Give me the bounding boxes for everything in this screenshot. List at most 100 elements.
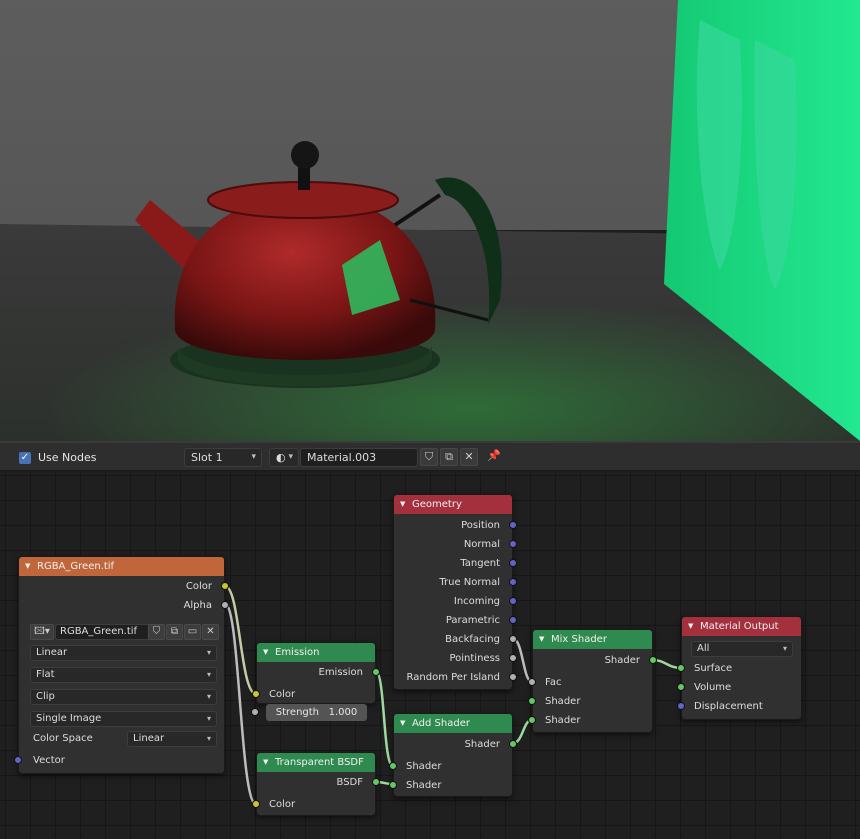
add-shader-node[interactable]: ▼ Add Shader Shader Shader Shader	[389, 713, 517, 797]
interpolation-dropdown[interactable]: Linear ▾	[30, 645, 217, 661]
mix-shader-node[interactable]: ▼ Mix Shader Shader Fac Shader Shader	[528, 629, 657, 733]
material-name-field[interactable]: Material.003	[300, 448, 418, 467]
add-shader-node-header[interactable]: ▼ Add Shader	[394, 714, 512, 733]
collapse-triangle-icon[interactable]: ▼	[539, 630, 544, 649]
projection-value: Flat	[36, 669, 55, 680]
image-texture-node[interactable]: ▼ RGBA_Green.tif Color Alpha 🖾▾ RGBA_Gre…	[14, 556, 229, 774]
transparent-bsdf-node[interactable]: ▼ Transparent BSDF BSDF Color	[252, 752, 380, 816]
unlink-close-icon[interactable]: ✕	[460, 448, 478, 466]
material-output-node[interactable]: ▼ Material Output All ▾ Surface Volume D…	[677, 616, 802, 720]
chevron-down-icon: ▾	[206, 692, 211, 701]
output-shader-socket[interactable]	[509, 740, 517, 748]
input-shader-1-socket[interactable]	[528, 697, 536, 705]
duplicate-material-icon[interactable]: ⧉	[440, 448, 458, 466]
input-surface-label: Surface	[694, 663, 733, 674]
node-editor-header: ✓ Use Nodes Slot 1 ▾ ◐ ▾ Material.003 ⛉ …	[0, 441, 860, 471]
output-parametric-socket[interactable]	[509, 616, 517, 624]
collapse-triangle-icon[interactable]: ▼	[400, 714, 405, 733]
input-surface-socket[interactable]	[677, 664, 685, 672]
input-shader-1-label: Shader	[545, 696, 581, 707]
fake-user-shield-icon[interactable]: ⛉	[148, 624, 165, 640]
input-shader-2-socket[interactable]	[389, 781, 397, 789]
slot-dropdown[interactable]: Slot 1 ▾	[184, 448, 262, 467]
node-title: Emission	[275, 647, 320, 658]
chevron-down-icon: ▾	[206, 714, 211, 723]
output-position-socket[interactable]	[509, 521, 517, 529]
node-title: Material Output	[700, 621, 779, 632]
node-title: RGBA_Green.tif	[37, 561, 115, 572]
strength-field[interactable]: Strength 1.000	[266, 704, 367, 721]
output-random-per-island-socket[interactable]	[509, 673, 517, 681]
interpolation-value: Linear	[36, 647, 68, 658]
collapse-triangle-icon[interactable]: ▼	[263, 753, 268, 772]
output-bsdf-label: BSDF	[336, 777, 363, 788]
duplicate-image-icon[interactable]: ⧉	[166, 624, 183, 640]
node-editor-canvas[interactable]: ▼ RGBA_Green.tif Color Alpha 🖾▾ RGBA_Gre…	[0, 472, 860, 839]
collapse-triangle-icon[interactable]: ▼	[25, 557, 30, 576]
output-true-normal-socket[interactable]	[509, 578, 517, 586]
3d-viewport[interactable]	[0, 0, 860, 441]
fake-user-shield-icon[interactable]: ⛉	[420, 448, 438, 466]
output-true-normal-label: True Normal	[439, 577, 500, 588]
image-browse-icon[interactable]: 🖾▾	[30, 624, 54, 640]
input-shader-1-socket[interactable]	[389, 762, 397, 770]
input-fac-socket[interactable]	[528, 678, 536, 686]
output-shader-socket[interactable]	[649, 656, 657, 664]
target-dropdown[interactable]: All ▾	[691, 641, 793, 657]
source-value: Single Image	[36, 713, 102, 724]
transparent-bsdf-node-header[interactable]: ▼ Transparent BSDF	[257, 753, 375, 772]
material-browse-button[interactable]: ◐ ▾	[269, 448, 299, 467]
emission-node[interactable]: ▼ Emission Emission Color	[252, 642, 380, 704]
color-space-label: Color Space	[33, 733, 93, 744]
output-color-socket[interactable]	[221, 582, 229, 590]
node-title: Geometry	[412, 499, 462, 510]
input-vector-socket[interactable]	[14, 756, 22, 764]
geometry-node-header[interactable]: ▼ Geometry	[394, 495, 512, 514]
unlink-close-icon[interactable]: ✕	[202, 624, 219, 640]
input-strength-socket[interactable]	[251, 708, 259, 716]
output-bsdf-socket[interactable]	[372, 778, 380, 786]
strength-value: 1.000	[328, 707, 358, 718]
image-texture-node-header[interactable]: ▼ RGBA_Green.tif	[19, 557, 224, 576]
open-folder-icon[interactable]: ▭	[184, 624, 201, 640]
geometry-node[interactable]: ▼ Geometry Position Normal Tangent True …	[393, 494, 517, 690]
node-title: Mix Shader	[551, 634, 607, 645]
input-color-socket[interactable]	[252, 800, 260, 808]
input-color-socket[interactable]	[252, 690, 260, 698]
output-color-label: Color	[185, 581, 212, 592]
input-shader-2-socket[interactable]	[528, 716, 536, 724]
output-backfacing-socket[interactable]	[509, 635, 517, 643]
input-shader-2-label: Shader	[406, 780, 442, 791]
slot-value: Slot 1	[191, 451, 223, 464]
input-displacement-socket[interactable]	[677, 702, 685, 710]
projection-dropdown[interactable]: Flat ▾	[30, 667, 217, 683]
output-normal-socket[interactable]	[509, 540, 517, 548]
pin-icon[interactable]: 📌	[485, 448, 503, 466]
collapse-triangle-icon[interactable]: ▼	[400, 495, 405, 514]
color-space-dropdown[interactable]: Linear ▾	[127, 731, 217, 747]
target-value: All	[697, 643, 710, 654]
output-emission-socket[interactable]	[372, 668, 380, 676]
output-normal-label: Normal	[463, 539, 500, 550]
input-shader-1-label: Shader	[406, 761, 442, 772]
collapse-triangle-icon[interactable]: ▼	[688, 617, 693, 636]
chevron-down-icon: ▾	[206, 648, 211, 657]
chevron-down-icon: ▾	[288, 452, 293, 462]
output-incoming-socket[interactable]	[509, 597, 517, 605]
use-nodes-checkbox[interactable]: ✓	[19, 452, 31, 464]
color-space-value: Linear	[133, 733, 165, 744]
input-volume-socket[interactable]	[677, 683, 685, 691]
mix-shader-node-header[interactable]: ▼ Mix Shader	[533, 630, 652, 649]
material-output-node-header[interactable]: ▼ Material Output	[682, 617, 801, 636]
source-dropdown[interactable]: Single Image ▾	[30, 711, 217, 727]
collapse-triangle-icon[interactable]: ▼	[263, 643, 268, 662]
output-shader-label: Shader	[464, 739, 500, 750]
extension-dropdown[interactable]: Clip ▾	[30, 689, 217, 705]
output-pointiness-socket[interactable]	[509, 654, 517, 662]
strength-label: Strength	[275, 707, 320, 718]
material-sphere-icon: ◐	[276, 451, 286, 464]
output-alpha-socket[interactable]	[221, 601, 229, 609]
emission-node-header[interactable]: ▼ Emission	[257, 643, 375, 662]
chevron-down-icon: ▾	[206, 734, 211, 743]
output-tangent-socket[interactable]	[509, 559, 517, 567]
